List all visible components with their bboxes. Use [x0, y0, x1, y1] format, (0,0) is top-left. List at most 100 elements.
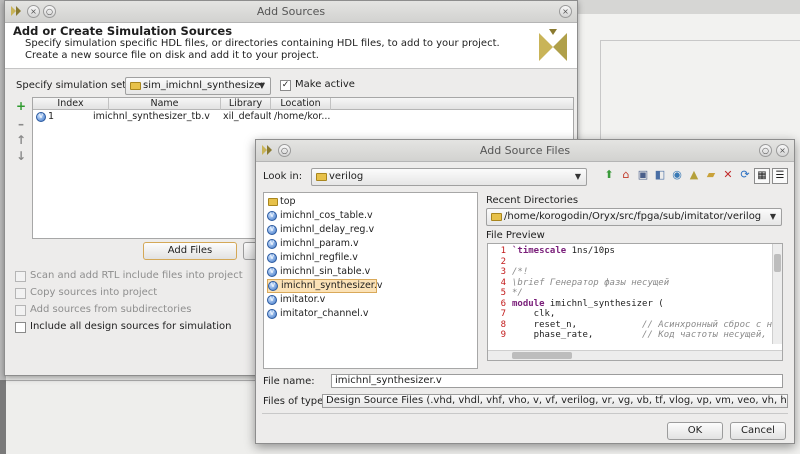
- include-design-sources-label: Include all design sources for simulatio…: [30, 321, 232, 332]
- vivado-icon[interactable]: ▲: [687, 168, 701, 182]
- refresh-icon[interactable]: ⟳: [738, 168, 752, 182]
- list-item[interactable]: V imichnl_delay_reg.v: [267, 224, 472, 236]
- column-header-location[interactable]: Location: [271, 98, 331, 110]
- code-line: clk,: [512, 309, 556, 319]
- file-name: top: [280, 196, 296, 207]
- add-subdirectories-checkbox[interactable]: [15, 305, 26, 316]
- add-subdirectories-label: Add sources from subdirectories: [30, 304, 192, 315]
- project-icon[interactable]: ◧: [653, 168, 667, 182]
- home-icon[interactable]: ⌂: [619, 168, 633, 182]
- add-source-files-titlebar[interactable]: ○ Add Source Files ○ ×: [256, 140, 794, 162]
- new-folder-icon[interactable]: ▰: [704, 168, 718, 182]
- wizard-heading: Add or Create Simulation Sources: [13, 24, 233, 38]
- move-down-icon[interactable]: ↓: [14, 149, 28, 163]
- list-item-selected[interactable]: V imichnl_synthesizer.v: [267, 279, 382, 293]
- preview-horizontal-scrollbar[interactable]: [488, 350, 782, 360]
- look-in-label: Look in:: [263, 171, 302, 182]
- make-active-checkbox[interactable]: ✓: [280, 80, 291, 91]
- list-item[interactable]: V imitator_channel.v: [267, 308, 472, 320]
- chevron-down-icon: ▼: [258, 81, 265, 90]
- background-panel: [600, 40, 800, 140]
- code-keyword: module: [512, 298, 545, 309]
- file-name: imichnl_cos_table.v: [280, 210, 373, 221]
- up-folder-icon[interactable]: ⬆: [602, 168, 616, 182]
- code-text: imichnl_synthesizer (: [544, 298, 664, 309]
- list-item[interactable]: top: [267, 196, 472, 208]
- file-name: imichnl_sin_table.v: [280, 266, 371, 277]
- move-up-icon[interactable]: ↑: [14, 133, 28, 147]
- ok-button[interactable]: OK: [667, 422, 723, 440]
- verilog-file-icon: V: [267, 225, 277, 235]
- file-name: imichnl_param.v: [280, 238, 359, 249]
- scan-include-label: Scan and add RTL include files into proj…: [30, 270, 243, 281]
- verilog-file-icon: V: [267, 239, 277, 249]
- code-comment: \brief Генератор фазы несущей: [512, 277, 670, 288]
- line-number: 6: [500, 298, 506, 309]
- simset-value: sim_imichnl_synthesizer: [143, 80, 265, 91]
- look-in-value: verilog: [329, 171, 364, 182]
- code-line: reset_n, // Асинхронный сброс с низк: [512, 319, 782, 331]
- code-line: `timescale 1ns/10ps: [512, 246, 615, 257]
- file-list: top V imichnl_cos_table.v V imichnl_dela…: [263, 192, 478, 369]
- list-item[interactable]: V imichnl_regfile.v: [267, 252, 472, 264]
- dialog-separator: [262, 413, 788, 414]
- folder-icon: [316, 173, 327, 181]
- line-number: 3: [500, 267, 506, 277]
- code-text: reset_n,: [512, 319, 643, 330]
- folder-icon: [491, 213, 502, 221]
- window-title: Add Sources: [256, 5, 326, 18]
- copy-sources-checkbox[interactable]: [15, 288, 26, 299]
- verilog-file-icon: V: [267, 253, 277, 263]
- scrollbar-thumb[interactable]: [512, 352, 572, 359]
- list-item[interactable]: V imichnl_cos_table.v: [267, 210, 472, 222]
- list-item[interactable]: V imitator.v: [267, 294, 472, 306]
- maximize-window-button[interactable]: ○: [759, 144, 772, 157]
- details-view-icon[interactable]: ☰: [772, 168, 788, 184]
- line-number: 5: [500, 288, 506, 298]
- column-header-name[interactable]: Name: [109, 98, 221, 110]
- delete-icon[interactable]: ✕: [721, 168, 735, 182]
- add-sources-titlebar[interactable]: × ○ Add Sources ×: [5, 1, 577, 23]
- scrollbar-thumb[interactable]: [774, 254, 781, 272]
- line-number: 1: [500, 246, 506, 256]
- row-library: xil_defaultlib: [223, 111, 271, 122]
- dialog-title: Add Source Files: [479, 144, 571, 157]
- recent-directories-combo[interactable]: /home/korogodin/Oryx/src/fpga/sub/imitat…: [486, 208, 782, 226]
- file-preview: 1 2 3 4 5 6 7 8 9 `timescale 1ns/10ps /*…: [487, 243, 783, 361]
- list-item[interactable]: V imichnl_sin_table.v: [267, 266, 472, 278]
- simset-combo[interactable]: sim_imichnl_synthesizer ▼: [125, 77, 271, 95]
- row-name: imichnl_synthesizer_tb.v: [93, 111, 210, 122]
- code-comment: /*!: [512, 267, 529, 277]
- chevron-down-icon: ▼: [769, 212, 776, 221]
- include-design-sources-checkbox[interactable]: [15, 322, 26, 333]
- code-line: module imichnl_synthesizer (: [512, 299, 664, 310]
- add-icon[interactable]: +: [14, 99, 28, 113]
- preview-vertical-scrollbar[interactable]: [772, 244, 782, 344]
- line-number: 8: [500, 319, 506, 330]
- list-item[interactable]: V imichnl_param.v: [267, 238, 472, 250]
- add-source-files-dialog: ○ Add Source Files ○ × Look in: verilog …: [255, 139, 795, 444]
- column-header-index[interactable]: Index: [33, 98, 109, 110]
- file-name-input[interactable]: imichnl_synthesizer.v: [331, 374, 783, 388]
- desktop-icon[interactable]: ▣: [636, 168, 650, 182]
- file-name: imichnl_synthesizer.v: [281, 280, 383, 291]
- wizard-description: Specify simulation specific HDL files, o…: [25, 38, 500, 61]
- remove-icon[interactable]: –: [14, 117, 28, 131]
- close-window-button[interactable]: ×: [776, 144, 789, 157]
- row-index: 1: [48, 111, 55, 122]
- network-icon[interactable]: ◉: [670, 168, 684, 182]
- folder-icon: [130, 82, 141, 90]
- list-view-icon[interactable]: ▦: [754, 168, 770, 184]
- look-in-combo[interactable]: verilog ▼: [311, 168, 587, 186]
- recent-directories-label: Recent Directories: [486, 195, 579, 206]
- table-header: Index Name Library Location: [33, 98, 573, 110]
- file-name: imitator.v: [280, 294, 326, 305]
- cancel-button[interactable]: Cancel: [730, 422, 786, 440]
- line-number: 4: [500, 277, 506, 288]
- add-files-button[interactable]: Add Files: [143, 242, 237, 260]
- column-header-library[interactable]: Library: [221, 98, 271, 110]
- files-of-type-combo[interactable]: Design Source Files (.vhd, vhdl, vhf, vh…: [322, 394, 788, 408]
- maximize-window-button[interactable]: ×: [559, 5, 572, 18]
- code-keyword: `timescale: [512, 246, 567, 256]
- scan-include-checkbox[interactable]: [15, 271, 26, 282]
